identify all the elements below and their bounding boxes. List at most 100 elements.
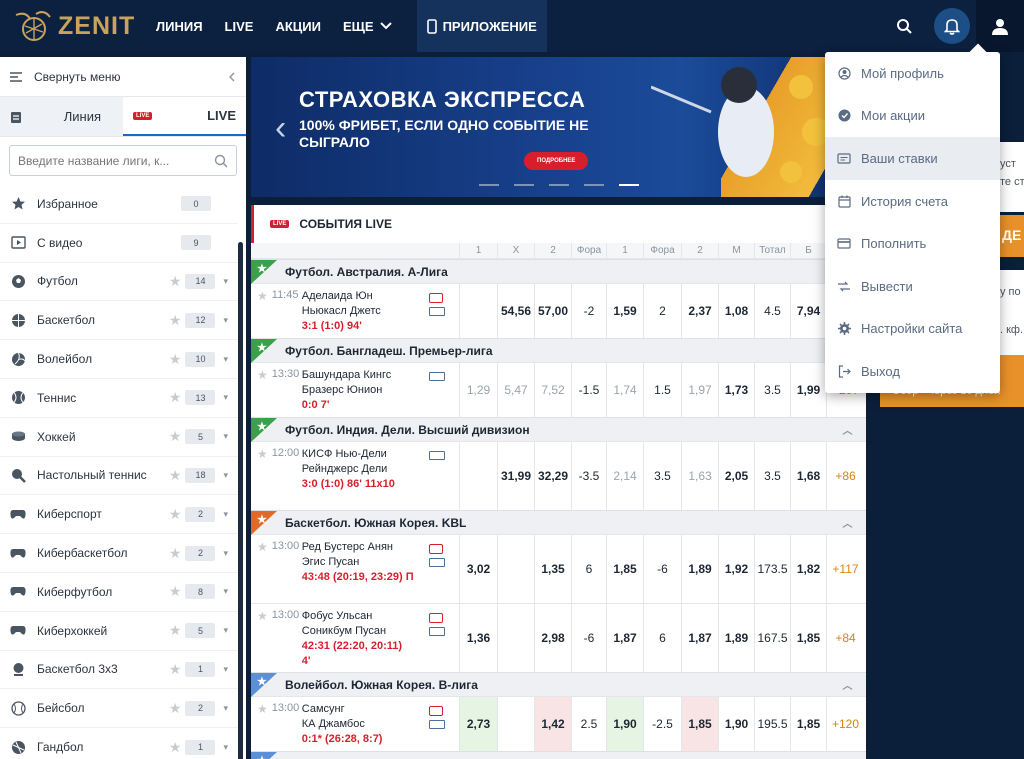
- team-away[interactable]: Соникбум Пусан: [302, 624, 414, 639]
- odds-cell[interactable]: +117: [826, 535, 864, 603]
- star-icon[interactable]: ★: [257, 262, 267, 275]
- team-away[interactable]: КА Джамбос: [302, 717, 414, 732]
- odds-cell[interactable]: -6: [643, 535, 681, 603]
- odds-cell[interactable]: 2.5: [571, 697, 606, 751]
- tab-line[interactable]: Линия: [0, 97, 123, 136]
- favorite-star-icon[interactable]: ★: [169, 622, 182, 639]
- nav-line[interactable]: ЛИНИЯ: [145, 0, 214, 52]
- odds-cell[interactable]: 1,08: [718, 284, 754, 338]
- sport-item[interactable]: С видео 9: [0, 224, 238, 263]
- nav-live[interactable]: LIVE: [214, 0, 265, 52]
- team-away[interactable]: Эгис Пусан: [302, 555, 414, 570]
- league-header[interactable]: ★ Футбол. Индия. Дели. Высший дивизион ︿: [251, 417, 866, 442]
- banner-dot[interactable]: [479, 184, 499, 186]
- league-header[interactable]: ★Волейбол. Южная Корея. В-лига. Женщины︿: [251, 751, 866, 759]
- search-input[interactable]: [18, 153, 198, 168]
- chevron-down-icon[interactable]: ▾: [223, 431, 228, 442]
- odds-cell[interactable]: 5,47: [497, 363, 534, 417]
- odds-cell[interactable]: 1,89: [681, 535, 718, 603]
- tab-live[interactable]: LIVE LIVE: [123, 97, 246, 136]
- match-row[interactable]: ★ 13:00 Самсунг КА Джамбос 0:1* (26:28, 8:7)…: [251, 696, 866, 751]
- user-menu-item[interactable]: Выход: [825, 350, 1000, 393]
- chevron-up-icon[interactable]: ︿: [829, 677, 866, 692]
- odds-cell[interactable]: -6: [571, 604, 606, 672]
- statistics-icon[interactable]: [429, 720, 445, 729]
- star-icon[interactable]: ★: [257, 754, 267, 759]
- chevron-up-icon[interactable]: ︿: [829, 515, 866, 530]
- odds-cell[interactable]: 1,63: [681, 442, 718, 510]
- promo-banner[interactable]: ‹ СТРАХОВКА ЭКСПРЕССА 100% ФРИБЕТ, ЕСЛИ …: [251, 57, 866, 197]
- favorite-star-icon[interactable]: ★: [169, 739, 182, 756]
- odds-cell[interactable]: 32,29: [534, 442, 571, 510]
- chevron-down-icon[interactable]: ▾: [223, 509, 228, 520]
- statistics-icon[interactable]: [429, 558, 445, 567]
- chevron-down-icon[interactable]: ▾: [223, 703, 228, 714]
- banner-dot[interactable]: [584, 184, 604, 186]
- statistics-icon[interactable]: [429, 307, 445, 316]
- chevron-down-icon[interactable]: ▾: [223, 470, 228, 481]
- star-icon[interactable]: ★: [257, 513, 267, 526]
- odds-cell[interactable]: 195.5: [754, 697, 790, 751]
- favorite-star-icon[interactable]: ★: [169, 428, 182, 445]
- odds-cell[interactable]: 3,02: [459, 535, 497, 603]
- statistics-icon[interactable]: [429, 627, 445, 636]
- odds-cell[interactable]: 1,87: [681, 604, 718, 672]
- user-menu-item[interactable]: Ваши ставки: [825, 137, 1000, 180]
- odds-cell[interactable]: 31,99: [497, 442, 534, 510]
- odds-cell[interactable]: -2: [571, 284, 606, 338]
- match-row[interactable]: ★ 11:45 Аделаида Юн Ньюкасл Джетс 3:1 (1:0) …: [251, 283, 866, 338]
- favorite-star-icon[interactable]: ★: [169, 467, 182, 484]
- favorite-star-icon[interactable]: ★: [257, 368, 268, 417]
- odds-cell[interactable]: 1,90: [606, 697, 643, 751]
- odds-cell[interactable]: 2,05: [718, 442, 754, 510]
- odds-cell[interactable]: 1,42: [534, 697, 571, 751]
- odds-cell[interactable]: 1,68: [790, 442, 826, 510]
- favorite-star-icon[interactable]: ★: [169, 661, 182, 678]
- sport-item[interactable]: Киберхоккей ★ 5 ▾: [0, 612, 238, 651]
- user-menu-item[interactable]: История счета: [825, 180, 1000, 223]
- team-home[interactable]: Аделаида Юн: [302, 289, 414, 304]
- odds-cell[interactable]: 7,94: [790, 284, 826, 338]
- odds-cell[interactable]: 1,99: [790, 363, 826, 417]
- favorite-star-icon[interactable]: ★: [169, 583, 182, 600]
- chevron-down-icon[interactable]: ▾: [223, 315, 228, 326]
- banner-dot[interactable]: [549, 184, 569, 186]
- favorite-star-icon[interactable]: ★: [169, 545, 182, 562]
- chevron-down-icon[interactable]: ▾: [223, 586, 228, 597]
- odds-cell[interactable]: 3.5: [754, 363, 790, 417]
- sport-item[interactable]: Футбол ★ 14 ▾: [0, 263, 238, 302]
- nav-app-button[interactable]: ПРИЛОЖЕНИЕ: [416, 0, 547, 52]
- sport-item[interactable]: Киберспорт ★ 2 ▾: [0, 495, 238, 535]
- video-icon[interactable]: [429, 293, 443, 303]
- nav-promos[interactable]: АКЦИИ: [264, 0, 332, 52]
- favorite-star-icon[interactable]: ★: [169, 506, 182, 523]
- odds-cell[interactable]: -1.5: [571, 363, 606, 417]
- league-header[interactable]: ★ Баскетбол. Южная Корея. KBL ︿: [251, 510, 866, 535]
- sport-item[interactable]: Настольный теннис ★ 18 ▾: [0, 457, 238, 496]
- odds-cell[interactable]: 3.5: [754, 442, 790, 510]
- team-away[interactable]: Ньюкасл Джетс: [302, 304, 414, 319]
- video-icon[interactable]: [429, 613, 443, 623]
- odds-cell[interactable]: 1,87: [606, 604, 643, 672]
- banner-prev-arrow[interactable]: ‹: [275, 109, 286, 148]
- chevron-down-icon[interactable]: ▾: [223, 664, 228, 675]
- sport-item[interactable]: Киберфутбол ★ 8 ▾: [0, 573, 238, 612]
- user-menu-item[interactable]: Мои акции: [825, 95, 1000, 138]
- team-home[interactable]: КИСФ Нью-Дели: [302, 447, 414, 462]
- odds-cell[interactable]: 1,82: [790, 535, 826, 603]
- favorite-star-icon[interactable]: ★: [169, 389, 182, 406]
- odds-cell[interactable]: -3.5: [571, 442, 606, 510]
- league-header[interactable]: ★ Футбол. Бангладеш. Премьер-лига: [251, 338, 866, 363]
- chevron-down-icon[interactable]: ▾: [223, 742, 228, 753]
- statistics-icon[interactable]: [429, 451, 445, 460]
- sport-item[interactable]: Гандбол ★ 1 ▾: [0, 728, 238, 759]
- favorite-star-icon[interactable]: ★: [169, 700, 182, 717]
- favorite-star-icon[interactable]: ★: [169, 351, 182, 368]
- odds-cell[interactable]: 1,90: [718, 697, 754, 751]
- odds-cell[interactable]: 1,92: [718, 535, 754, 603]
- odds-cell[interactable]: 2,37: [681, 284, 718, 338]
- team-home[interactable]: Самсунг: [302, 702, 414, 717]
- league-header[interactable]: ★ Волейбол. Южная Корея. В-лига ︿: [251, 672, 866, 697]
- odds-cell[interactable]: 1,85: [681, 697, 718, 751]
- odds-cell[interactable]: +120: [826, 697, 864, 751]
